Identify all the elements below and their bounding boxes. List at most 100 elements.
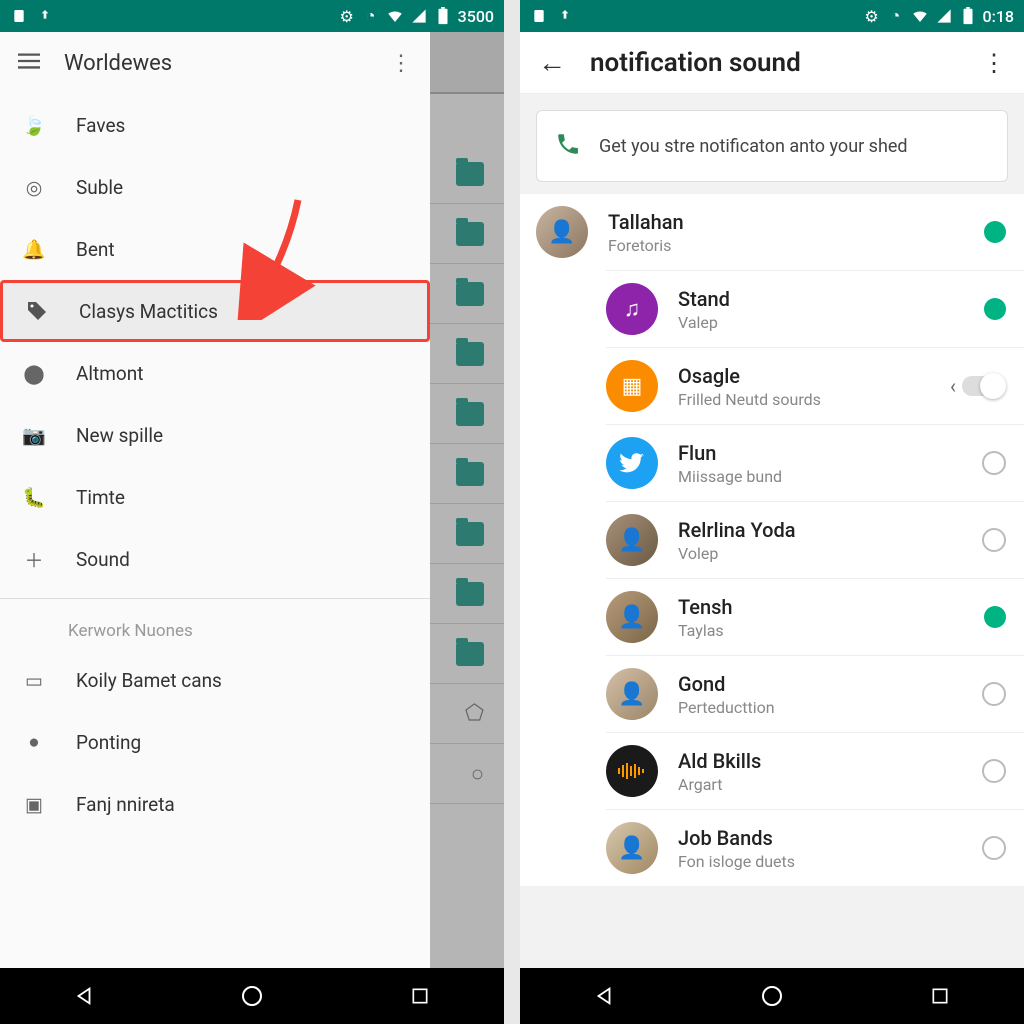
sound-item-ald-bkills[interactable]: Ald Bkills Argart: [606, 732, 1024, 809]
folder-icon: [456, 582, 484, 606]
nav-item-bent[interactable]: 🔔 Bent: [0, 218, 430, 280]
clock-icon: ◔: [887, 7, 905, 25]
hamburger-icon[interactable]: [18, 52, 40, 74]
switch-toggle[interactable]: [962, 376, 1006, 396]
back-button[interactable]: [590, 982, 618, 1010]
radio-off-icon[interactable]: [982, 528, 1006, 552]
folder-row[interactable]: [430, 324, 504, 384]
tag-icon: [23, 297, 51, 325]
nav-item-new-spille[interactable]: 📷 New spille: [0, 404, 430, 466]
folder-row[interactable]: [430, 504, 504, 564]
card-icon: ▭: [20, 666, 48, 694]
nav-item-koily[interactable]: ▭ Koily Bamet cans: [0, 649, 430, 711]
sound-item-stand[interactable]: ♫ Stand Valep: [606, 270, 1024, 347]
sound-title: Gond: [678, 672, 982, 696]
more-icon[interactable]: ⋮: [390, 51, 412, 76]
folder-row[interactable]: [430, 444, 504, 504]
plus-icon: ＋: [20, 545, 48, 573]
camera-icon: 📷: [20, 421, 48, 449]
sound-item-tallahan[interactable]: 👤 Tallahan Foretoris: [520, 194, 1024, 270]
nav-item-sound[interactable]: ＋ Sound: [0, 528, 430, 590]
bug-icon: 🐛: [20, 483, 48, 511]
folder-row[interactable]: ○: [430, 744, 504, 804]
folder-row[interactable]: [430, 564, 504, 624]
sound-item-tensh[interactable]: 👤 Tensh Taylas: [606, 578, 1024, 655]
status-time: 3500: [458, 7, 494, 26]
folder-icon: [456, 342, 484, 366]
radio-off-icon[interactable]: [982, 451, 1006, 475]
sound-list: 👤 Tallahan Foretoris ♫ Stand Valep ▦ Osa…: [520, 194, 1024, 886]
folder-row[interactable]: [430, 384, 504, 444]
sound-item-osagle[interactable]: ▦ Osagle Frilled Neutd sourds ‹: [606, 347, 1024, 424]
sound-item-gond[interactable]: 👤 Gond Perteducttion: [606, 655, 1024, 732]
background-file-list: ⬠ ○: [430, 32, 504, 968]
home-button[interactable]: [238, 982, 266, 1010]
avatar: 👤: [606, 668, 658, 720]
nav-item-clasys-mactitics[interactable]: Clasys Mactitics: [0, 280, 430, 342]
sound-title: Osagle: [678, 364, 950, 388]
sound-item-flun[interactable]: Flun Miissage bund: [606, 424, 1024, 501]
bell-icon: 🔔: [20, 235, 48, 263]
nav-item-suble[interactable]: ◎ Suble: [0, 156, 430, 218]
app-icon: ▦: [606, 360, 658, 412]
more-icon[interactable]: ⋮: [982, 49, 1006, 77]
status-time: 0:18: [983, 7, 1015, 26]
toggle-on-icon[interactable]: [984, 221, 1006, 243]
system-nav-bar: [520, 968, 1024, 1024]
nav-item-ponting[interactable]: ● Ponting: [0, 711, 430, 773]
folder-icon: [456, 642, 484, 666]
music-icon: ♫: [606, 283, 658, 335]
nav-label: New spille: [76, 424, 163, 447]
system-nav-bar: [0, 968, 504, 1024]
back-button[interactable]: [70, 982, 98, 1010]
sound-title: Stand: [678, 287, 984, 311]
folder-row[interactable]: [430, 624, 504, 684]
nav-label: Koily Bamet cans: [76, 669, 222, 692]
folder-icon: [456, 222, 484, 246]
folder-icon: [456, 522, 484, 546]
nav-label: Ponting: [76, 731, 141, 754]
sound-title: Job Bands: [678, 826, 982, 850]
back-arrow-icon[interactable]: ←: [538, 46, 566, 79]
folder-row[interactable]: [430, 144, 504, 204]
folder-icon: [456, 162, 484, 186]
sound-subtitle: Miissage bund: [678, 467, 982, 486]
avatar: 👤: [606, 514, 658, 566]
folder-icon: [456, 462, 484, 486]
sound-title: Ald Bkills: [678, 749, 982, 773]
folder-row[interactable]: [430, 204, 504, 264]
nav-item-timte[interactable]: 🐛 Timte: [0, 466, 430, 528]
status-bar: ⚙ ◔ 0:18: [520, 0, 1024, 32]
nav-label: Sound: [76, 548, 130, 571]
folder-icon: [456, 282, 484, 306]
toggle-on-icon[interactable]: [984, 606, 1006, 628]
nav-item-altmont[interactable]: ⬤ Altmont: [0, 342, 430, 404]
drawer-title: Worldewes: [64, 51, 172, 76]
nav-label: Clasys Mactitics: [79, 300, 218, 323]
recents-button[interactable]: [406, 982, 434, 1010]
sound-title: Tallahan: [608, 210, 984, 234]
sim-icon: [530, 7, 548, 25]
sound-title: Relrlina Yoda: [678, 518, 982, 542]
folder-row[interactable]: ⬠: [430, 684, 504, 744]
nav-item-fanj[interactable]: ▣ Fanj nnireta: [0, 773, 430, 835]
radio-off-icon[interactable]: [982, 682, 1006, 706]
nav-item-faves[interactable]: 🍃 Faves: [0, 94, 430, 156]
chevron-left-icon: ‹: [950, 374, 956, 398]
upload-icon: [36, 7, 54, 25]
avatar: 👤: [536, 206, 588, 258]
radio-off-icon[interactable]: [982, 836, 1006, 860]
home-button[interactable]: [758, 982, 786, 1010]
settings-icon: ⚙: [863, 7, 881, 25]
sound-item-relrlina[interactable]: 👤 Relrlina Yoda Volep: [606, 501, 1024, 578]
radio-off-icon[interactable]: [982, 759, 1006, 783]
target-icon: ◎: [20, 173, 48, 201]
page-title: notification sound: [590, 48, 801, 78]
recents-button[interactable]: [926, 982, 954, 1010]
sound-item-job-bands[interactable]: 👤 Job Bands Fon isloge duets: [606, 809, 1024, 886]
info-card[interactable]: Get you stre notificaton anto your shed: [536, 110, 1008, 182]
leaf-icon: 🍃: [20, 111, 48, 139]
app-bar: ← notification sound ⋮: [520, 32, 1024, 94]
folder-row[interactable]: [430, 264, 504, 324]
toggle-on-icon[interactable]: [984, 298, 1006, 320]
